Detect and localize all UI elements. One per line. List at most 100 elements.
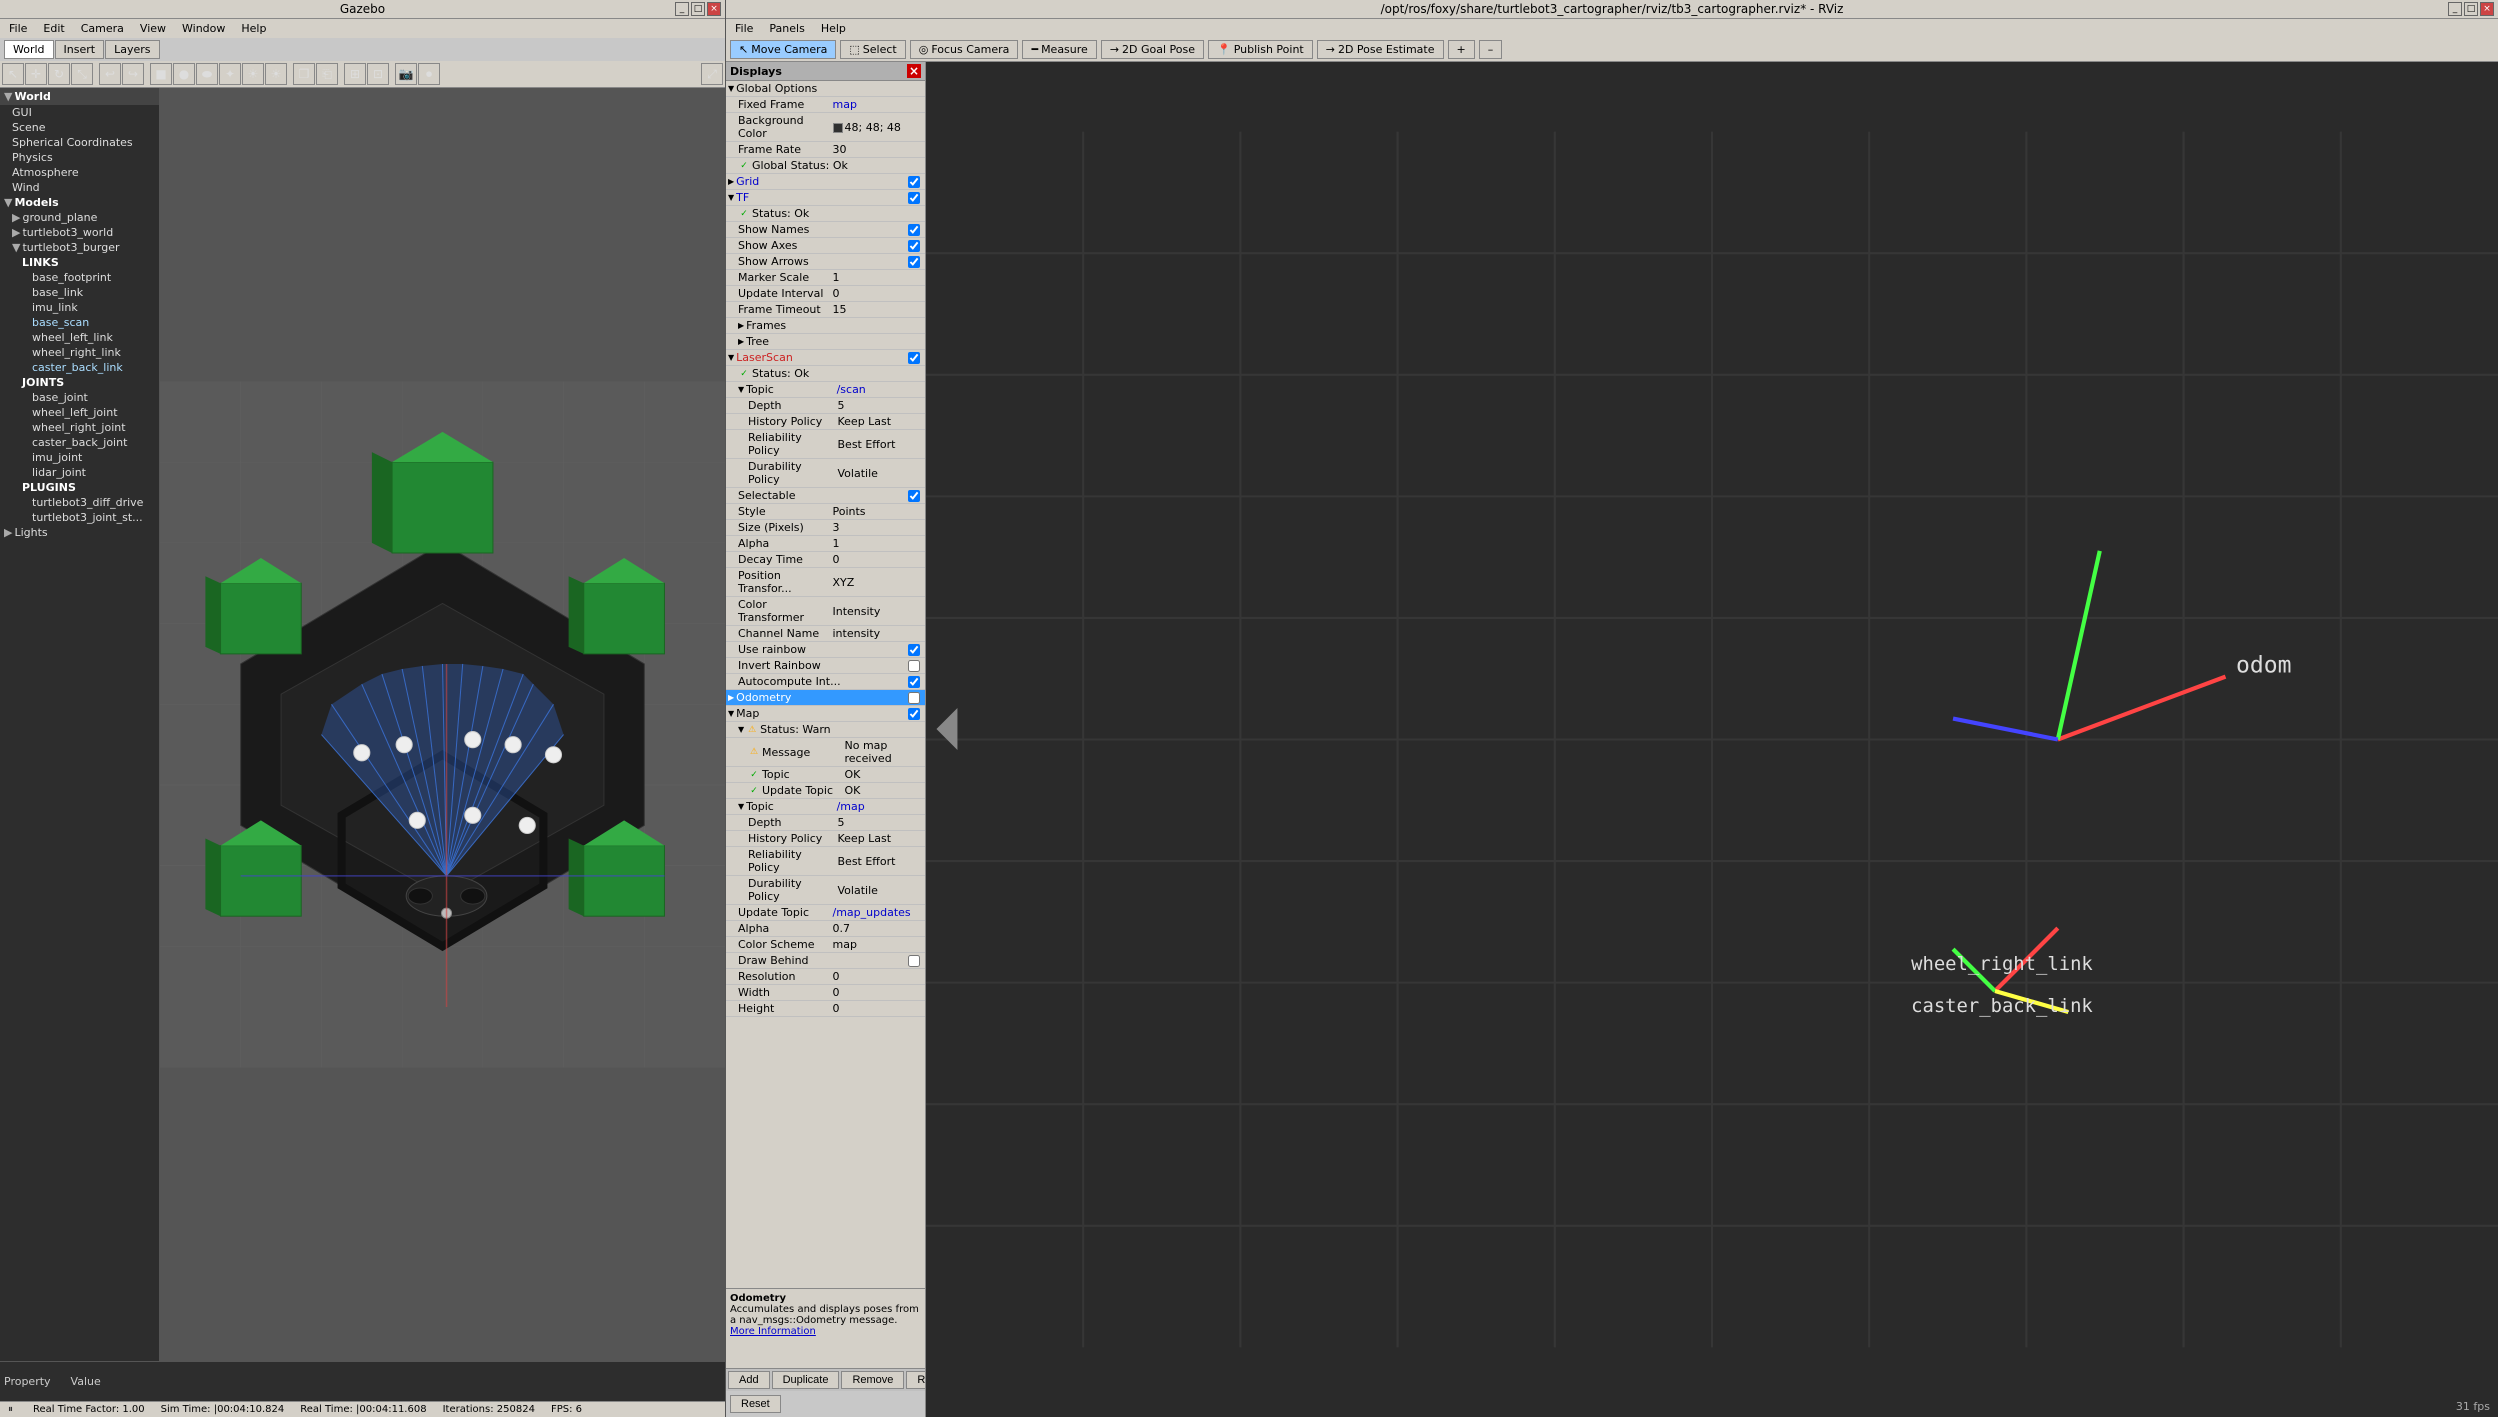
rotate-tool-btn[interactable]: ↻ <box>48 63 70 85</box>
move-camera-btn[interactable]: ↖ Move Camera <box>730 40 836 59</box>
color-transformer-row[interactable]: Color Transformer Intensity <box>726 597 925 626</box>
channel-name-row[interactable]: Channel Name intensity <box>726 626 925 642</box>
odometry-row[interactable]: ▶ Odometry <box>726 690 925 706</box>
map-alpha-row[interactable]: Alpha 0.7 <box>726 921 925 937</box>
map-status-row[interactable]: ▼ ⚠ Status: Warn <box>726 722 925 738</box>
sidebar-wheel-left-link[interactable]: wheel_left_link <box>0 330 159 345</box>
invert-rainbow-row[interactable]: Invert Rainbow <box>726 658 925 674</box>
sidebar-lidar-joint[interactable]: lidar_joint <box>0 465 159 480</box>
scale-tool-btn[interactable]: ⤡ <box>71 63 93 85</box>
pause-icon[interactable]: ⏸ <box>8 1404 13 1415</box>
autocompute-checkbox[interactable] <box>908 676 920 688</box>
reset-btn[interactable]: Reset <box>730 1395 781 1413</box>
use-rainbow-row[interactable]: Use rainbow <box>726 642 925 658</box>
sidebar-atmosphere[interactable]: Atmosphere <box>0 165 159 180</box>
map-depth-row[interactable]: Depth 5 <box>726 815 925 831</box>
selectable-row[interactable]: Selectable <box>726 488 925 504</box>
map-message-row[interactable]: ⚠ Message No map received <box>726 738 925 767</box>
scan-reliability-row[interactable]: Reliability Policy Best Effort <box>726 430 925 459</box>
alpha-row[interactable]: Alpha 1 <box>726 536 925 552</box>
tree-row[interactable]: ▶ Tree <box>726 334 925 350</box>
height-row[interactable]: Height 0 <box>726 1001 925 1017</box>
gazebo-menu-file[interactable]: File <box>1 20 35 37</box>
style-row[interactable]: Style Points <box>726 504 925 520</box>
redo-btn[interactable]: ↪ <box>122 63 144 85</box>
sidebar-caster-back-link[interactable]: caster_back_link <box>0 360 159 375</box>
sidebar-base-link[interactable]: base_link <box>0 285 159 300</box>
paste-btn[interactable]: ⎗ <box>316 63 338 85</box>
displays-close-btn[interactable]: × <box>907 64 921 78</box>
map-update-topic-ok-row[interactable]: ✓ Update Topic OK <box>726 783 925 799</box>
sidebar-diff-drive[interactable]: turtlebot3_diff_drive <box>0 495 159 510</box>
scan-depth-row[interactable]: Depth 5 <box>726 398 925 414</box>
show-names-checkbox[interactable] <box>908 224 920 236</box>
sidebar-turtlebot3-burger[interactable]: ▼turtlebot3_burger <box>0 240 159 255</box>
rviz-viewport[interactable]: odom wheel_right_link caster_back_link <box>926 62 2498 1417</box>
info-more-link[interactable]: More Information <box>730 1326 816 1337</box>
expand-btn[interactable]: ⤢ <box>701 63 723 85</box>
sidebar-base-joint[interactable]: base_joint <box>0 390 159 405</box>
tab-layers[interactable]: Layers <box>105 40 159 59</box>
pointlight-btn[interactable]: ✦ <box>219 63 241 85</box>
show-names-row[interactable]: Show Names <box>726 222 925 238</box>
tf-checkbox[interactable] <box>908 192 920 204</box>
rename-display-btn[interactable]: Rename <box>906 1371 926 1389</box>
rviz-menu-file[interactable]: File <box>727 20 761 37</box>
odometry-checkbox[interactable] <box>908 692 920 704</box>
duplicate-display-btn[interactable]: Duplicate <box>772 1371 840 1389</box>
show-axes-checkbox[interactable] <box>908 240 920 252</box>
show-arrows-row[interactable]: Show Arrows <box>726 254 925 270</box>
background-color-row[interactable]: Background Color 48; 48; 48 <box>726 113 925 142</box>
gazebo-menu-help[interactable]: Help <box>233 20 274 37</box>
laserscan-expand[interactable]: ▼ <box>728 353 734 362</box>
sidebar-joint-state[interactable]: turtlebot3_joint_st... <box>0 510 159 525</box>
sidebar-imu-link[interactable]: imu_link <box>0 300 159 315</box>
laserscan-topic-expand[interactable]: ▼ <box>738 385 744 394</box>
map-update-topic-row[interactable]: Update Topic /map_updates <box>726 905 925 921</box>
rviz-menu-panels[interactable]: Panels <box>761 20 812 37</box>
grid-expand[interactable]: ▶ <box>728 177 734 186</box>
sidebar-ground-plane[interactable]: ▶ground_plane <box>0 210 159 225</box>
gazebo-maximize-btn[interactable]: □ <box>691 2 705 16</box>
camera-btn[interactable]: 📷 <box>395 63 417 85</box>
pose-estimate-btn[interactable]: → 2D Pose Estimate <box>1317 40 1444 59</box>
sidebar-lights[interactable]: ▶Lights <box>0 525 159 540</box>
gazebo-menu-edit[interactable]: Edit <box>35 20 72 37</box>
sidebar-wheel-right-joint[interactable]: wheel_right_joint <box>0 420 159 435</box>
align-btn[interactable]: ⊞ <box>344 63 366 85</box>
map-status-expand[interactable]: ▼ <box>738 725 744 734</box>
sidebar-caster-back-joint[interactable]: caster_back_joint <box>0 435 159 450</box>
add-tool-btn[interactable]: + <box>1448 40 1475 59</box>
rviz-minimize-btn[interactable]: _ <box>2448 2 2462 16</box>
sidebar-spherical-coords[interactable]: Spherical Coordinates <box>0 135 159 150</box>
position-transf-row[interactable]: Position Transfor... XYZ <box>726 568 925 597</box>
snap-btn[interactable]: ⊡ <box>367 63 389 85</box>
draw-behind-checkbox[interactable] <box>908 955 920 967</box>
size-pixels-row[interactable]: Size (Pixels) 3 <box>726 520 925 536</box>
select-tool-btn[interactable]: ↖ <box>2 63 24 85</box>
rviz-close-btn[interactable]: × <box>2480 2 2494 16</box>
map-expand[interactable]: ▼ <box>728 709 734 718</box>
gazebo-menu-view[interactable]: View <box>132 20 174 37</box>
frames-row[interactable]: ▶ Frames <box>726 318 925 334</box>
sidebar-models[interactable]: ▼Models <box>0 195 159 210</box>
scan-history-row[interactable]: History Policy Keep Last <box>726 414 925 430</box>
cylinder-btn[interactable]: ⬬ <box>196 63 218 85</box>
update-interval-row[interactable]: Update Interval 0 <box>726 286 925 302</box>
map-row[interactable]: ▼ Map <box>726 706 925 722</box>
grid-checkbox[interactable] <box>908 176 920 188</box>
add-display-btn[interactable]: Add <box>728 1371 770 1389</box>
map-reliability-row[interactable]: Reliability Policy Best Effort <box>726 847 925 876</box>
rviz-maximize-btn[interactable]: □ <box>2464 2 2478 16</box>
sidebar-gui[interactable]: GUI <box>0 105 159 120</box>
map-history-row[interactable]: History Policy Keep Last <box>726 831 925 847</box>
sidebar-wheel-right-link[interactable]: wheel_right_link <box>0 345 159 360</box>
translate-tool-btn[interactable]: ✛ <box>25 63 47 85</box>
frame-rate-row[interactable]: Frame Rate 30 <box>726 142 925 158</box>
tf-status-row[interactable]: ✓ Status: Ok <box>726 206 925 222</box>
sidebar-wind[interactable]: Wind <box>0 180 159 195</box>
dirlight-btn[interactable]: ☀ <box>265 63 287 85</box>
invert-rainbow-checkbox[interactable] <box>908 660 920 672</box>
map-checkbox[interactable] <box>908 708 920 720</box>
rviz-menu-help[interactable]: Help <box>813 20 854 37</box>
